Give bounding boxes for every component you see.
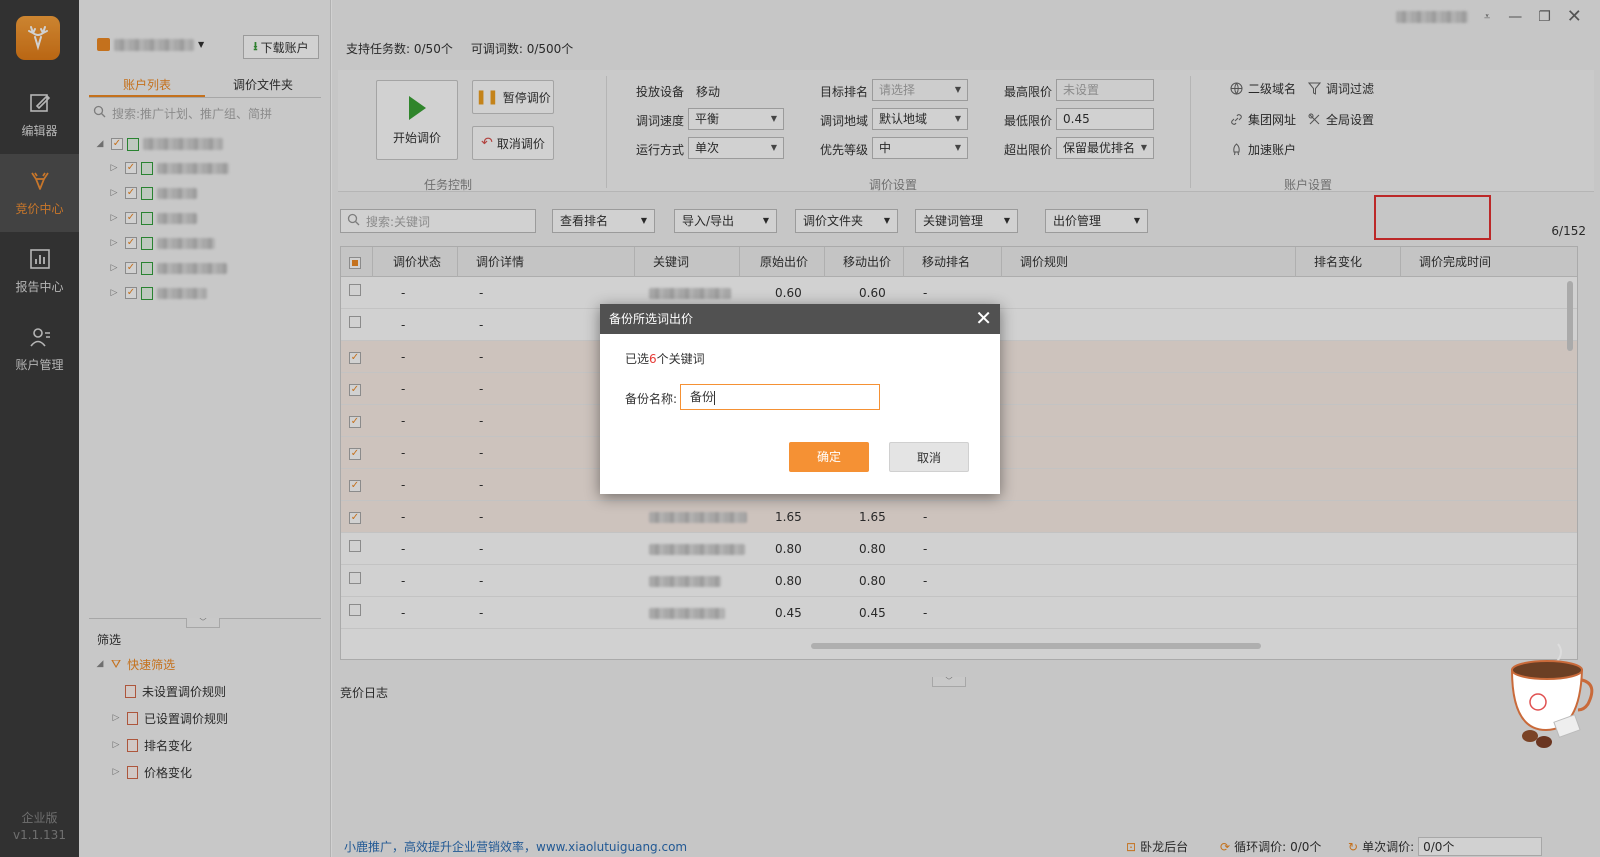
selected-count-text: 已选6个关键词 — [625, 350, 705, 367]
cancel-button[interactable]: 取消 — [889, 442, 969, 472]
confirm-button[interactable]: 确定 — [789, 442, 869, 472]
selected-prefix: 已选 — [625, 352, 650, 366]
dialog-header: 备份所选词出价 ✕ — [600, 304, 1000, 334]
app-window: 编辑器 竞价中心 报告中心 账户管理 企业版 v1.1.131 ▼ ⭳ 下载账户… — [0, 0, 1600, 857]
coffee-mascot-icon[interactable] — [1498, 640, 1598, 752]
selected-suffix: 个关键词 — [656, 352, 705, 366]
backup-name-input[interactable]: 备份 — [680, 384, 880, 410]
backup-name-value: 备份 — [690, 390, 715, 404]
backup-name-label: 备份名称: — [625, 392, 678, 406]
close-icon[interactable]: ✕ — [975, 304, 992, 332]
selected-count: 6 — [649, 352, 657, 366]
backup-bid-dialog: 备份所选词出价 ✕ 已选6个关键词 备份名称: 备份 确定 取消 — [600, 304, 1000, 494]
dialog-title: 备份所选词出价 — [609, 312, 694, 326]
text-cursor — [714, 390, 716, 405]
